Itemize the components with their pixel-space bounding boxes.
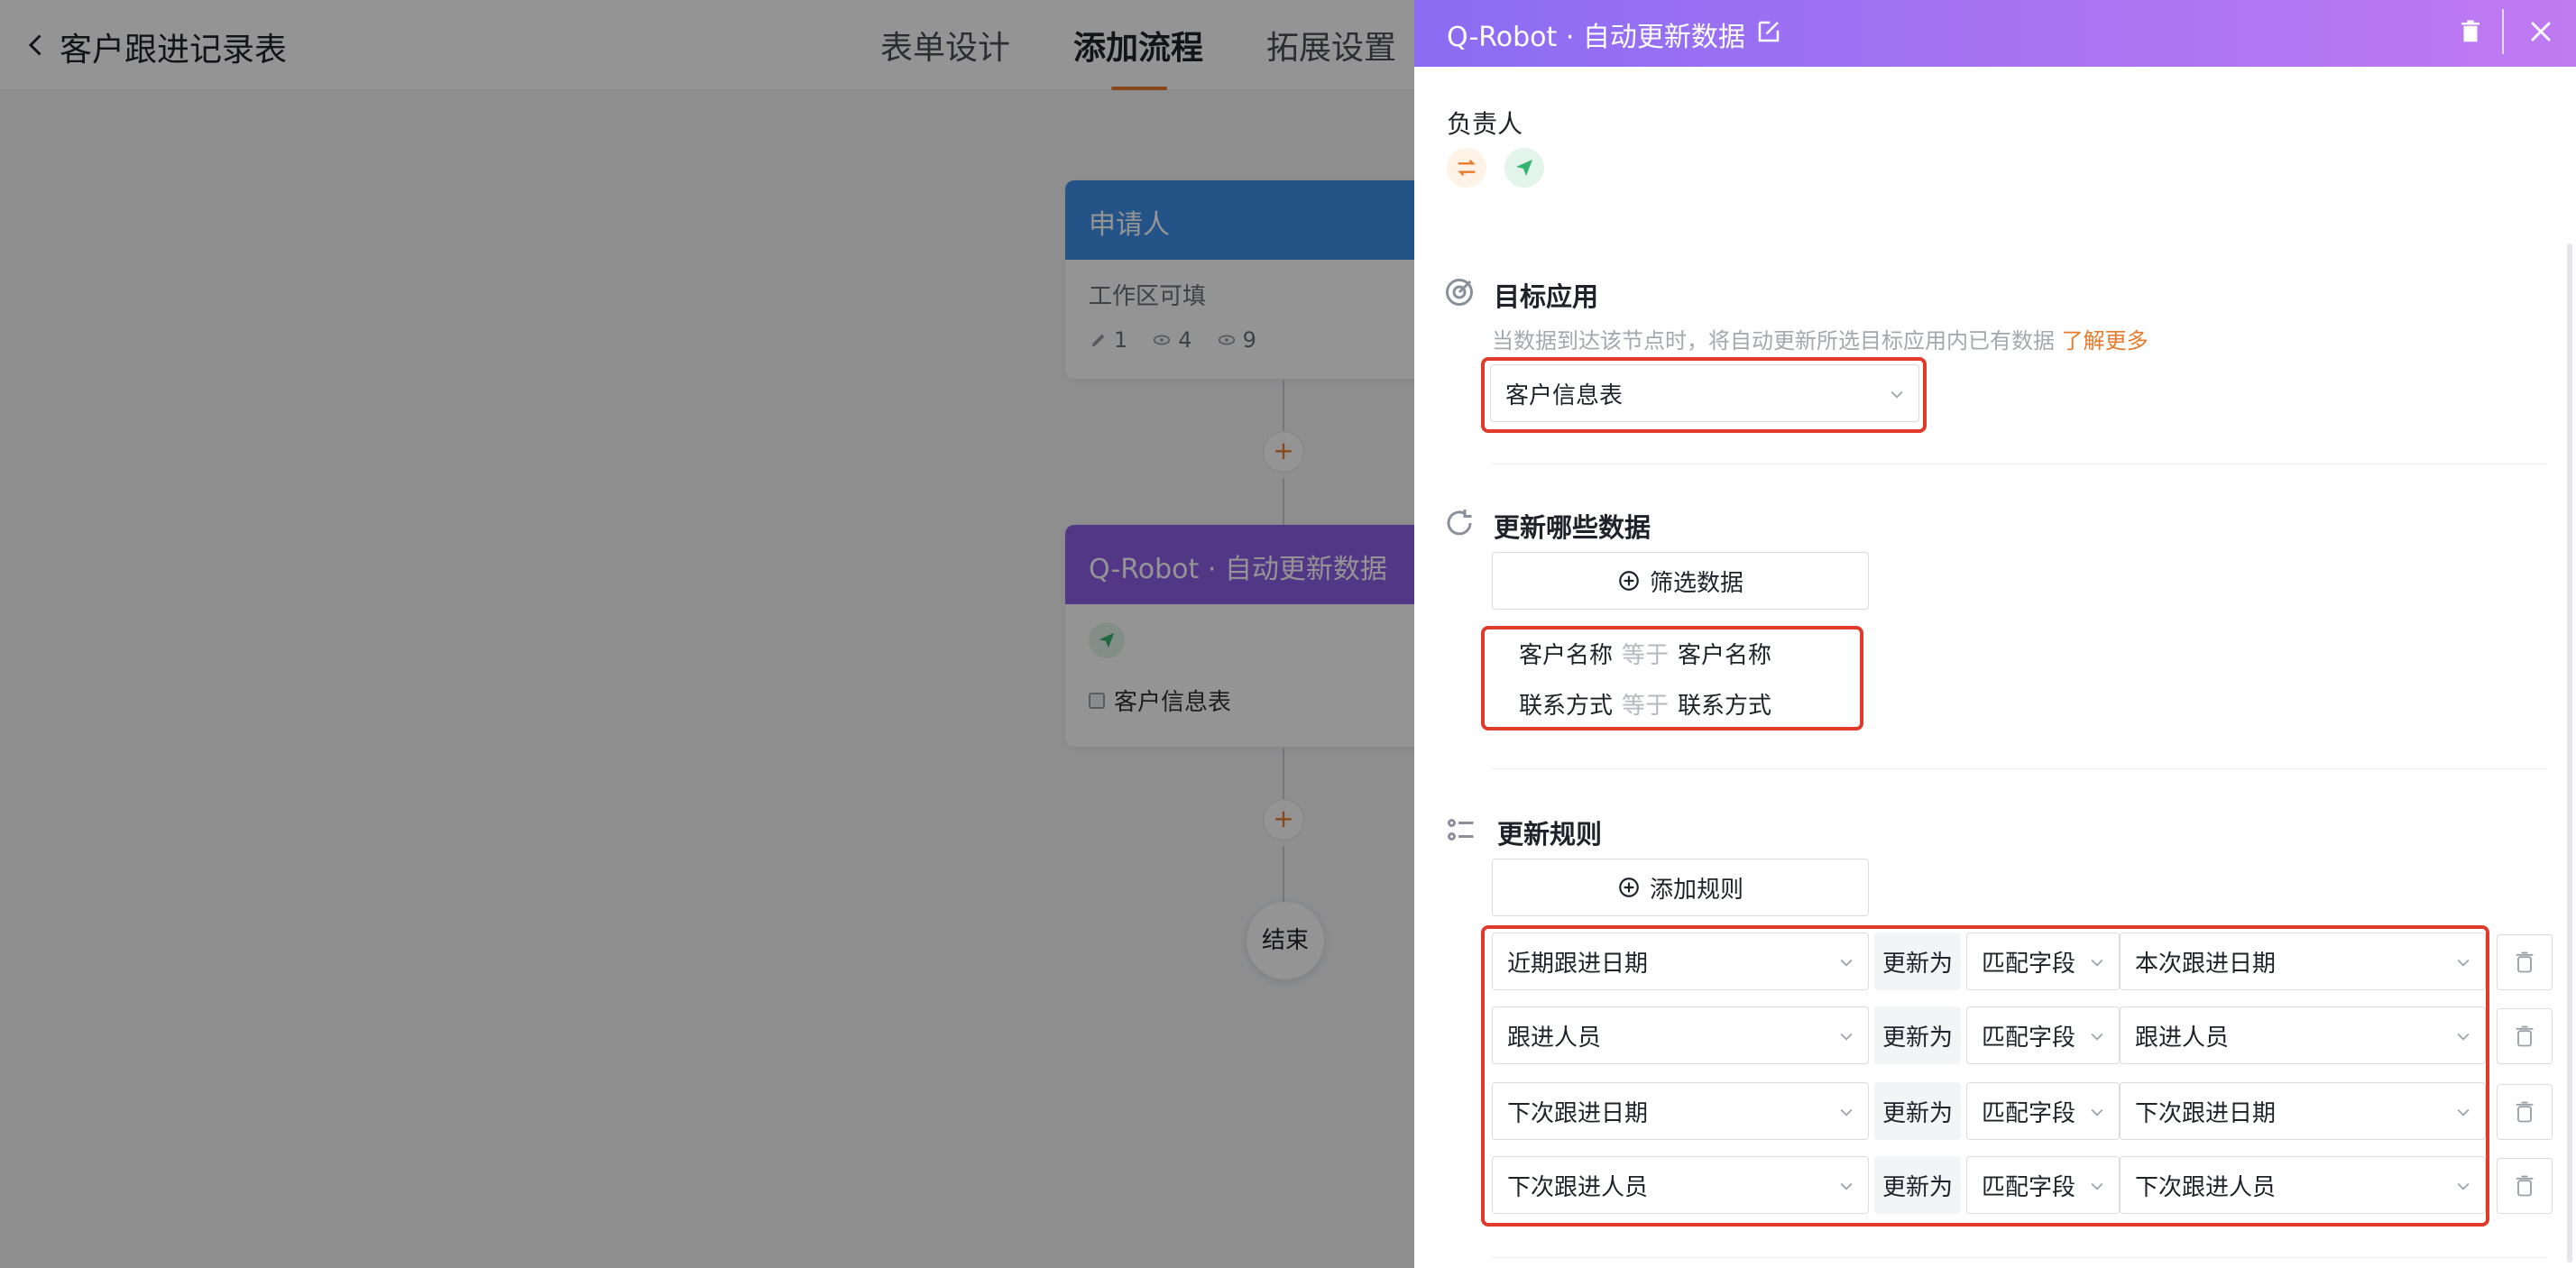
section-divider	[1492, 1257, 2547, 1258]
drawer-title: Q-Robot · 自动更新数据	[1447, 22, 1745, 53]
drawer-header: Q-Robot · 自动更新数据	[1414, 0, 2576, 67]
rule-target-field-select[interactable]: 近期跟进日期	[1492, 933, 1869, 990]
delete-rule-button[interactable]	[2497, 1084, 2553, 1140]
update-to-label: 更新为	[1874, 1082, 1961, 1140]
rule-source-field-select[interactable]: 本次跟进日期	[2120, 933, 2486, 990]
trash-icon[interactable]	[2457, 18, 2484, 45]
edit-icon[interactable]	[1755, 18, 1782, 45]
rule-mode-value: 匹配字段	[1982, 950, 2076, 978]
swap-arrows-icon[interactable]	[1447, 148, 1486, 188]
target-app-hint: 当数据到达该节点时，将自动更新所选目标应用内已有数据 了解更多	[1492, 323, 2148, 354]
trash-icon	[2516, 1025, 2534, 1047]
chevron-down-icon	[2457, 1108, 2470, 1116]
rule-target-value: 近期跟进日期	[1507, 950, 1649, 978]
chevron-down-icon	[2091, 1182, 2103, 1190]
filter-condition-row[interactable]: 客户名称 等于 客户名称	[1519, 637, 1771, 670]
target-app-select[interactable]: 客户信息表	[1490, 364, 1919, 422]
rule-mode-select[interactable]: 匹配字段	[1966, 1006, 2120, 1064]
update-to-label: 更新为	[1874, 933, 1961, 990]
rule-mode-select[interactable]: 匹配字段	[1966, 1082, 2120, 1140]
plus-circle-icon	[1619, 571, 1639, 591]
delete-rule-button[interactable]	[2497, 934, 2553, 990]
chevron-down-icon	[1840, 1182, 1853, 1190]
condition-value: 客户名称	[1678, 642, 1772, 669]
rule-source-field-select[interactable]: 下次跟进人员	[2120, 1156, 2486, 1214]
update-to-label: 更新为	[1874, 1006, 1961, 1064]
chevron-down-icon	[2091, 959, 2103, 967]
header-divider	[2502, 9, 2504, 54]
chevron-down-icon	[2091, 1033, 2103, 1041]
refresh-icon	[1447, 510, 1472, 536]
delete-rule-button[interactable]	[2497, 1158, 2553, 1214]
rule-mode-value: 匹配字段	[1982, 1024, 2076, 1052]
update-data-title: 更新哪些数据	[1494, 512, 1651, 543]
target-app-select-value: 客户信息表	[1505, 381, 1624, 409]
condition-value: 联系方式	[1678, 693, 1772, 720]
trash-icon	[2516, 1175, 2534, 1197]
chevron-down-icon	[2457, 959, 2470, 967]
robot-config-drawer: Q-Robot · 自动更新数据	[1414, 0, 2576, 1268]
chevron-down-icon	[1840, 959, 1853, 967]
list-icon	[1448, 819, 1474, 841]
rule-source-field-select[interactable]: 跟进人员	[2120, 1006, 2486, 1064]
chevron-down-icon	[2457, 1182, 2470, 1190]
rule-mode-select[interactable]: 匹配字段	[1966, 933, 2120, 990]
rule-target-value: 下次跟进日期	[1507, 1099, 1649, 1127]
chevron-down-icon	[2091, 1108, 2103, 1116]
rule-source-value: 下次跟进日期	[2135, 1099, 2277, 1127]
target-app-title: 目标应用	[1494, 281, 1599, 312]
add-rule-label: 添加规则	[1649, 876, 1743, 904]
learn-more-link[interactable]: 了解更多	[2062, 328, 2148, 354]
trash-icon	[2516, 1101, 2534, 1123]
rule-source-value: 本次跟进日期	[2135, 950, 2277, 978]
rule-target-field-select[interactable]: 下次跟进日期	[1492, 1082, 1869, 1140]
section-divider	[1492, 768, 2547, 769]
rule-target-field-select[interactable]: 下次跟进人员	[1492, 1156, 1869, 1214]
delete-rule-button[interactable]	[2497, 1008, 2553, 1064]
update-rules-title: 更新规则	[1497, 819, 1603, 850]
target-icon	[1446, 279, 1473, 306]
condition-field: 联系方式	[1519, 693, 1614, 720]
rule-mode-select[interactable]: 匹配字段	[1966, 1156, 2120, 1214]
add-rule-button[interactable]: 添加规则	[1492, 859, 1869, 916]
chevron-down-icon	[1891, 391, 1903, 399]
paper-plane-icon[interactable]	[1504, 148, 1544, 188]
rule-source-value: 下次跟进人员	[2135, 1173, 2277, 1201]
rule-target-value: 跟进人员	[1507, 1024, 1602, 1052]
drawer-scrollbar[interactable]	[2567, 243, 2572, 1263]
update-to-label: 更新为	[1874, 1156, 1961, 1214]
rule-target-field-select[interactable]: 跟进人员	[1492, 1006, 1869, 1064]
condition-operator: 等于	[1622, 693, 1670, 720]
rule-source-field-select[interactable]: 下次跟进日期	[2120, 1082, 2486, 1140]
condition-operator: 等于	[1622, 642, 1670, 669]
rule-mode-value: 匹配字段	[1982, 1173, 2076, 1201]
rule-mode-value: 匹配字段	[1982, 1099, 2076, 1127]
chevron-down-icon	[2457, 1033, 2470, 1041]
chevron-down-icon	[1840, 1108, 1853, 1116]
chevron-down-icon	[1840, 1033, 1853, 1041]
filter-data-label: 筛选数据	[1649, 569, 1743, 597]
owner-label: 负责人	[1447, 109, 1523, 139]
rule-source-value: 跟进人员	[2135, 1024, 2230, 1052]
rule-target-value: 下次跟进人员	[1507, 1173, 1649, 1201]
target-app-hint-text: 当数据到达该节点时，将自动更新所选目标应用内已有数据	[1492, 328, 2055, 354]
close-icon[interactable]	[2525, 16, 2556, 47]
filter-data-button[interactable]: 筛选数据	[1492, 552, 1869, 610]
modal-overlay[interactable]	[0, 0, 1414, 1268]
filter-condition-row[interactable]: 联系方式 等于 联系方式	[1519, 687, 1771, 721]
condition-field: 客户名称	[1519, 642, 1614, 669]
trash-icon	[2516, 951, 2534, 973]
plus-circle-icon	[1619, 877, 1639, 897]
